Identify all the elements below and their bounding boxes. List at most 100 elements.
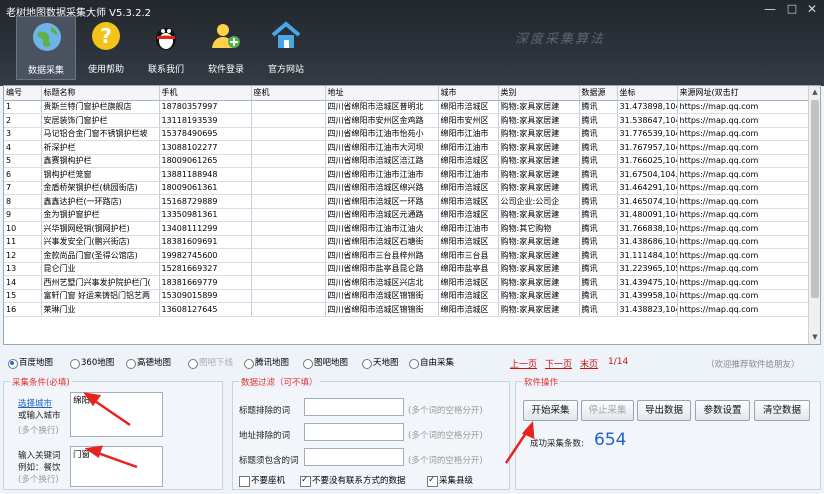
table-cell: 15378490695: [159, 127, 252, 141]
table-cell: 四川省绵阳市涪城区元通路: [325, 208, 439, 222]
title-include-input[interactable]: [304, 448, 404, 466]
table-cell: 鑫鑫达护栏(一环路店): [41, 194, 160, 209]
radio-free-collect[interactable]: 自由采集: [409, 356, 454, 370]
table-row[interactable]: 3 马记铝合金门窗不锈钢护栏坡 15378490695 四川省绵阳市江油市怡苑小 绵阳市…: [4, 127, 811, 141]
table-row[interactable]: 14 西州艺墅门兴事发护院护栏门(18381669779 四川省绵阳市涪城区兴店北绵…: [4, 275, 811, 290]
scroll-up-icon[interactable]: ▲: [810, 87, 820, 97]
scroll-thumb[interactable]: [811, 100, 819, 298]
table-cell: [251, 167, 326, 182]
start-collect-button[interactable]: 开始采集: [523, 400, 578, 421]
table-cell: 31.464291,104: [617, 181, 678, 195]
table-cell: 31.438686,104: [617, 235, 678, 249]
table-row[interactable]: 2 安居装饰门窗护栏 13118193539 四川省绵阳市安州区金鸡路 绵阳市安州区 购物…: [4, 113, 811, 128]
vertical-scrollbar[interactable]: ▲ ▼: [808, 86, 820, 344]
keyword-input[interactable]: 门窗: [70, 446, 163, 487]
column-header[interactable]: 坐标: [617, 86, 678, 101]
city-input[interactable]: 绵阳: [70, 392, 163, 437]
column-header[interactable]: 城市: [438, 86, 499, 101]
prev-page-link[interactable]: 上一页: [510, 357, 537, 370]
table-cell: 腾讯: [579, 100, 618, 114]
settings-button[interactable]: 参数设置: [695, 400, 750, 421]
table-cell: 15281669327: [159, 262, 252, 276]
table-row[interactable]: 16 莱琳门业 13608127645 四川省绵阳市涪城区锦锦街 绵阳市涪城区 购物:家具…: [4, 302, 811, 317]
column-header[interactable]: 数据源: [579, 86, 618, 101]
table-cell: 公司企业:公司企: [498, 194, 580, 209]
toolbar-login[interactable]: 软件登录: [196, 16, 256, 80]
table-cell: 1: [4, 100, 42, 114]
column-header[interactable]: 类别: [498, 86, 580, 101]
address-exclude-input[interactable]: [304, 423, 404, 441]
table-row[interactable]: 9 金为钢护窗护栏 13350981361 四川省绵阳市涪城区元通路 绵阳市涪城区 购物:…: [4, 208, 811, 222]
radio-tuba-offline[interactable]: 图吧下线: [188, 356, 233, 370]
table-cell: 富轩门窗 好运来铸铝门铝艺两: [41, 289, 160, 303]
table-row[interactable]: 15 富轩门窗 好运来铸铝门铝艺两 15309015899 四川省绵阳市涪城区锦锦街绵…: [4, 289, 811, 303]
table-row[interactable]: 6 钢构护栏笼窗 13881188948 四川省绵阳市江油市江油市 绵阳市江油市 购物:家…: [4, 167, 811, 182]
toolbar-contact[interactable]: 联系我们: [136, 16, 196, 80]
stop-collect-button[interactable]: 停止采集: [581, 400, 634, 421]
table-row[interactable]: 8 鑫鑫达护栏(一环路店) 15168729889 四川省绵阳市涪城区一环路 绵阳市涪城…: [4, 194, 811, 209]
minimize-button[interactable]: —: [758, 1, 782, 17]
table-cell: 腾讯: [579, 127, 618, 141]
table-row[interactable]: 1 贵斯兰特门窗护栏旗舰店 18780357997 四川省绵阳市涪城区普明北 绵阳市涪城…: [4, 100, 811, 114]
column-header[interactable]: 手机: [159, 86, 252, 101]
clear-data-button[interactable]: 清空数据: [754, 400, 810, 421]
radio-tuba[interactable]: 图吧地图: [303, 356, 348, 370]
page-info: 1/14: [608, 357, 629, 367]
toolbar-help[interactable]: ? 使用帮助: [76, 16, 136, 80]
table-row[interactable]: 12 金款尚品门窗(圣得公馆店) 19982745600 四川省绵阳市三台县梓州路 绵阳…: [4, 248, 811, 263]
table-cell: [251, 140, 326, 155]
radio-tianditu[interactable]: 天地图: [362, 356, 399, 370]
table-cell: 钢构护栏笼窗: [41, 167, 160, 182]
table-cell: 腾讯: [579, 113, 618, 128]
table-cell: [251, 208, 326, 222]
table-cell: [251, 100, 326, 114]
no-landline-checkbox[interactable]: 不要座机: [239, 476, 285, 487]
table-cell: 四川省绵阳市江油市大河坝: [325, 140, 439, 155]
data-filter-group: 数据过滤（可不填） 标题排除的词 (多个词的空格分开) 地址排除的词 (多个词的…: [232, 376, 510, 490]
column-header[interactable]: 编号: [4, 86, 42, 101]
last-page-link[interactable]: 末页: [580, 357, 598, 370]
no-contact-exclude-checkbox[interactable]: 不要没有联系方式的数据: [300, 475, 406, 487]
group-title: 数据过滤（可不填）: [239, 376, 320, 388]
scroll-down-icon[interactable]: ▼: [810, 332, 820, 342]
table-cell: 绵阳市江油市: [438, 140, 499, 155]
column-header[interactable]: 来源网址(双击打: [677, 86, 811, 101]
close-button[interactable]: ✕: [800, 1, 824, 17]
table-cell: 绵阳市涪城区: [438, 194, 499, 209]
toolbar-website[interactable]: 官方网站: [256, 16, 316, 80]
column-header[interactable]: 标题名称: [41, 86, 160, 101]
table-row[interactable]: 5 鑫赛钢构护栏 18009061265 四川省绵阳市涪城区涪江路 绵阳市涪城区 购物:家…: [4, 154, 811, 168]
table-cell: 31.480091,104: [617, 208, 678, 222]
table-cell: 四川省绵阳市涪城区绵兴路: [325, 181, 439, 195]
column-header[interactable]: 座机: [251, 86, 326, 101]
table-cell: 绵阳市涪城区: [438, 275, 499, 290]
table-cell: 31.67504,104.: [617, 167, 678, 182]
export-data-button[interactable]: 导出数据: [637, 400, 691, 421]
table-cell: 四川省绵阳市三台县梓州路: [325, 248, 439, 263]
radio-360[interactable]: 360地图: [70, 356, 114, 370]
table-cell: 金为钢护窗护栏: [41, 208, 160, 222]
column-header[interactable]: 地址: [325, 86, 439, 101]
table-row[interactable]: 4 祈深护栏 13088102277 四川省绵阳市江油市大河坝 绵阳市江油市 购物:家具家…: [4, 140, 811, 155]
table-row[interactable]: 11 兴事发安全门(鹏兴街店) 18381609691 四川省绵阳市涪城区石塘街 绵阳市…: [4, 235, 811, 249]
table-cell: 绵阳市江油市: [438, 167, 499, 182]
next-page-link[interactable]: 下一页: [545, 357, 572, 370]
table-cell: 7: [4, 181, 42, 195]
radio-gaode[interactable]: 高德地图: [126, 356, 171, 370]
radio-tencent[interactable]: 腾讯地图: [244, 356, 289, 370]
table-cell: 31.439958,104: [617, 289, 678, 303]
table-row[interactable]: 7 金盾桥架钢护栏(桃园街店) 18009061361 四川省绵阳市涪城区绵兴路 绵阳市…: [4, 181, 811, 195]
table-cell: https://map.qq.com: [677, 221, 811, 236]
collect-county-checkbox[interactable]: 采集县级: [427, 475, 473, 487]
results-grid[interactable]: 编号 标题名称 手机 座机 地址 城市 类别 数据源 坐标 来源网址(双击打 1 贵斯兰特门窗护栏旗…: [3, 85, 821, 345]
table-cell: 18381669779: [159, 275, 252, 290]
select-city-link[interactable]: 选择城市: [18, 397, 52, 409]
filter-hint: (多个词的空格分开): [408, 431, 483, 441]
radio-baidu[interactable]: 百度地图: [8, 356, 53, 370]
table-row[interactable]: 10 兴华钢网经销(钢网护栏) 13408111299 四川省绵阳市江油市江油火 绵阳市…: [4, 221, 811, 236]
table-cell: https://map.qq.com: [677, 248, 811, 263]
toolbar-data-collect[interactable]: 数据采集: [16, 16, 76, 80]
title-exclude-input[interactable]: [304, 398, 404, 416]
table-row[interactable]: 13 昆仑门业 15281669327 四川省绵阳市盐亭县昆仑路 绵阳市盐亭县 购物:家具…: [4, 262, 811, 276]
table-cell: https://map.qq.com: [677, 235, 811, 249]
